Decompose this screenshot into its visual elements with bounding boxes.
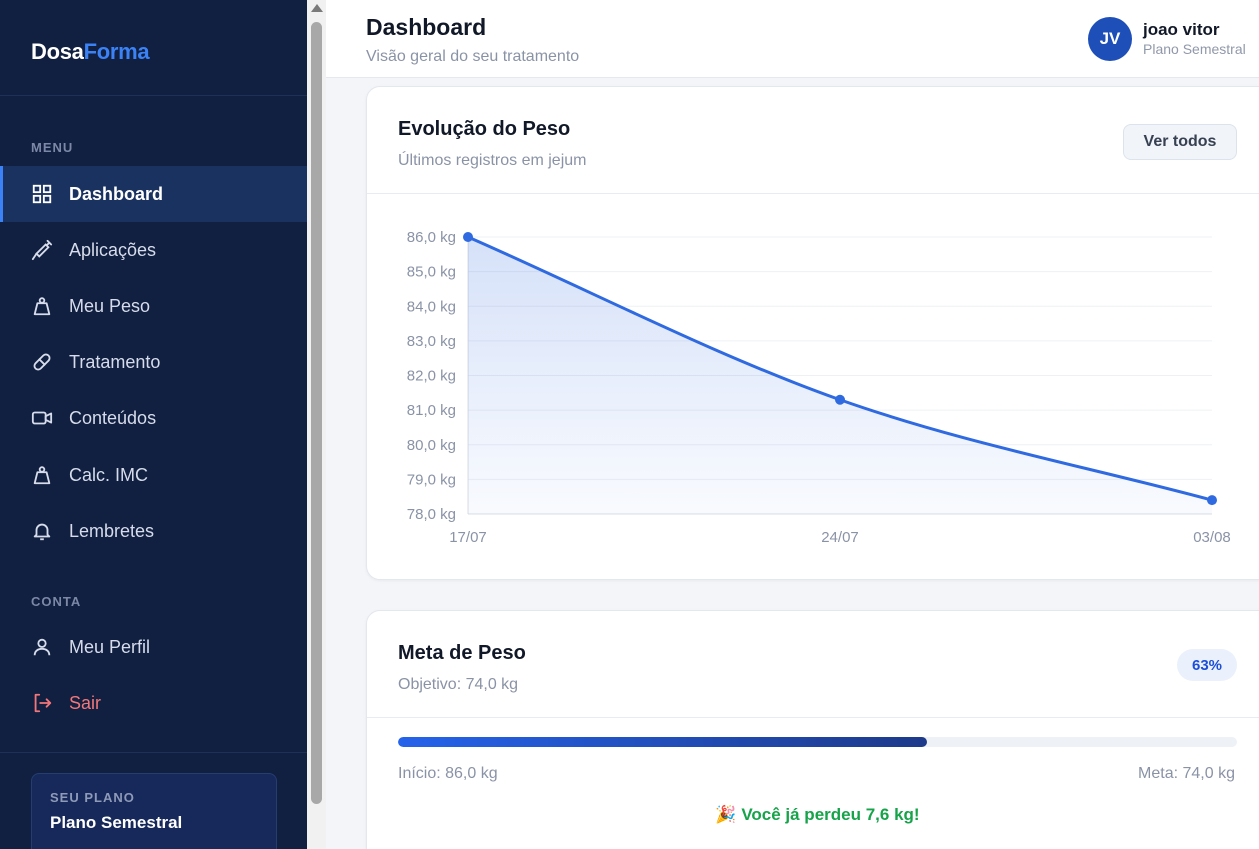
goal-card-subtitle: Objetivo: 74,0 kg: [398, 676, 519, 693]
progress-start-label: Início: 86,0 kg: [398, 765, 498, 782]
y-tick-label: 82,0 kg: [407, 368, 456, 385]
y-tick-label: 86,0 kg: [407, 229, 456, 246]
sidebar-item-sair[interactable]: Sair: [0, 675, 307, 731]
weight-icon: [31, 464, 53, 486]
page-title: Dashboard: [366, 14, 487, 40]
weight-chart: 86,0 kg 85,0 kg 84,0 kg 83,0 kg 82,0 kg 81,0 …: [407, 229, 1231, 546]
sidebar-item-tratamento[interactable]: Tratamento: [0, 334, 307, 390]
x-axis-labels: 17/07 24/07 03/08: [449, 529, 1231, 546]
grid-icon: [31, 183, 53, 205]
y-tick-label: 84,0 kg: [407, 298, 456, 315]
user-icon: [31, 636, 53, 658]
page-subtitle: Visão geral do seu tratamento: [366, 48, 580, 65]
weight-lost-message: 🎉 Você já perdeu 7,6 kg!: [398, 805, 1237, 825]
y-tick-label: 83,0 kg: [407, 333, 456, 350]
brand-divider: [0, 95, 307, 96]
goal-card-title: Meta de Peso: [398, 642, 526, 664]
x-tick-label: 24/07: [821, 529, 859, 546]
sidebar-divider: [0, 752, 307, 753]
sidebar-item-label: Lembretes: [69, 520, 155, 541]
y-tick-label: 80,0 kg: [407, 437, 456, 454]
sidebar-item-conteudos[interactable]: Conteúdos: [0, 390, 307, 446]
weight-lost-text: Você já perdeu 7,6 kg!: [741, 805, 920, 824]
sidebar-scrollbar[interactable]: [307, 0, 326, 849]
y-tick-label: 79,0 kg: [407, 471, 456, 488]
data-point[interactable]: [835, 394, 845, 405]
plan-label: SEU PLANO: [50, 790, 135, 805]
x-tick-label: 03/08: [1193, 529, 1231, 546]
weight-goal-card: Meta de Peso Objetivo: 74,0 kg 63% Iníci…: [366, 610, 1259, 849]
sidebar-item-label: Tratamento: [69, 351, 161, 372]
sidebar-item-meu-perfil[interactable]: Meu Perfil: [0, 619, 307, 675]
x-tick-label: 17/07: [449, 529, 487, 546]
sidebar-item-label: Calc. IMC: [69, 464, 149, 485]
scroll-up-arrow-icon[interactable]: [311, 4, 323, 12]
card-divider: [367, 717, 1259, 718]
goal-progress-bar: [398, 737, 1237, 747]
account-section-label: CONTA: [31, 594, 82, 609]
sidebar-item-aplicacoes[interactable]: Aplicações: [0, 222, 307, 278]
plan-name: Plano Semestral: [50, 813, 183, 832]
syringe-icon: [31, 239, 53, 261]
y-tick-label: 85,0 kg: [407, 264, 456, 281]
sidebar-item-label: Meu Perfil: [69, 636, 151, 657]
party-popper-icon: 🎉: [715, 805, 737, 824]
pill-icon: [31, 351, 53, 373]
sidebar-item-meu-peso[interactable]: Meu Peso: [0, 278, 307, 334]
sidebar-item-label: Dashboard: [69, 183, 164, 204]
sidebar-item-calc-imc[interactable]: Calc. IMC: [0, 447, 307, 503]
video-icon: [31, 407, 53, 429]
brand-logo[interactable]: DosaForma: [31, 39, 150, 65]
y-tick-label: 78,0 kg: [407, 506, 456, 523]
scale-weight-icon: [31, 295, 53, 317]
brand-part-2: Forma: [83, 39, 150, 64]
goal-progress-fill: [398, 737, 927, 747]
progress-goal-label: Meta: 74,0 kg: [1138, 765, 1235, 782]
data-point[interactable]: [1207, 495, 1217, 506]
brand-part-1: Dosa: [31, 39, 84, 64]
logout-icon: [31, 692, 53, 714]
plan-card: SEU PLANO Plano Semestral: [31, 773, 277, 849]
sidebar-item-lembretes[interactable]: Lembretes: [0, 503, 307, 559]
page-header: Dashboard Visão geral do seu tratamento …: [326, 0, 1259, 78]
sidebar-item-label: Aplicações: [69, 239, 157, 260]
y-tick-label: 81,0 kg: [407, 402, 456, 419]
user-plan: Plano Semestral: [1143, 41, 1246, 57]
bell-icon: [31, 520, 53, 542]
avatar[interactable]: JV: [1088, 17, 1132, 61]
user-name[interactable]: joao vitor: [1143, 20, 1220, 40]
sidebar: DosaForma MENU Dashboard Aplicações Meu …: [0, 0, 307, 849]
data-point[interactable]: [463, 232, 473, 242]
sidebar-item-label: Conteúdos: [69, 407, 157, 428]
weight-evolution-card: Evolução do Peso Últimos registros em je…: [366, 86, 1259, 580]
sidebar-item-label: Sair: [69, 692, 102, 713]
menu-section-label: MENU: [31, 140, 74, 155]
y-axis-labels: 86,0 kg 85,0 kg 84,0 kg 83,0 kg 82,0 kg 81,0 …: [407, 229, 456, 523]
sidebar-item-dashboard[interactable]: Dashboard: [0, 166, 307, 222]
scroll-thumb[interactable]: [311, 22, 322, 804]
sidebar-item-label: Meu Peso: [69, 295, 151, 316]
goal-percent-badge: 63%: [1177, 649, 1237, 681]
